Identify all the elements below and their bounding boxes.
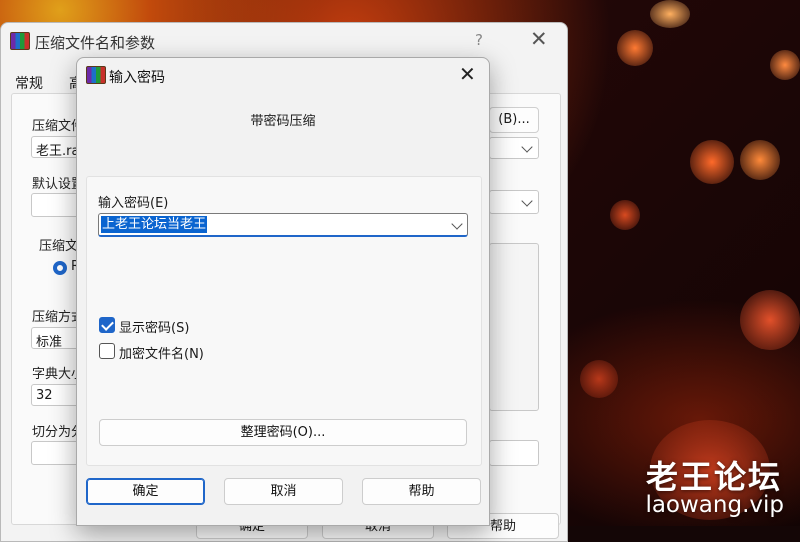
bokeh-light: [610, 200, 640, 230]
password-input[interactable]: 上老王论坛当老王: [98, 213, 468, 237]
encrypt-filenames-checkbox[interactable]: [99, 343, 115, 359]
bokeh-light: [580, 360, 618, 398]
organize-passwords-button[interactable]: 整理密码(O)...: [99, 419, 467, 446]
format-radio[interactable]: [53, 261, 67, 275]
encrypt-filenames-label[interactable]: 加密文件名(N): [119, 343, 204, 362]
close-icon[interactable]: ✕: [530, 27, 548, 51]
password-dialog: 输入密码 ✕ 带密码压缩 输入密码(E) 上老王论坛当老王 显示密码(S) 加密…: [76, 57, 490, 526]
show-password-label[interactable]: 显示密码(S): [119, 317, 189, 336]
winrar-app-icon: [86, 66, 106, 84]
bokeh-light: [617, 30, 653, 66]
method-select[interactable]: 标准: [31, 327, 81, 350]
show-password-checkbox[interactable]: [99, 317, 115, 333]
chevron-down-icon[interactable]: [451, 218, 463, 230]
bokeh-light: [690, 140, 734, 184]
password-label: 输入密码(E): [98, 196, 169, 211]
profile-dropdown[interactable]: [489, 190, 539, 214]
password-value: 上老王论坛当老王: [101, 216, 208, 233]
watermark-url: laowang.vip: [645, 492, 784, 518]
split-volumes-input[interactable]: [31, 441, 81, 465]
bokeh-light: [650, 0, 690, 28]
profile-select[interactable]: [31, 193, 81, 217]
dialog-subtitle: 带密码压缩: [250, 114, 316, 129]
dictionary-select[interactable]: 32: [31, 384, 81, 406]
set-password-button[interactable]: [489, 440, 539, 466]
archive-dialog-title: 压缩文件名和参数: [35, 34, 156, 52]
help-button[interactable]: 帮助: [362, 478, 481, 505]
close-icon[interactable]: ✕: [459, 62, 476, 86]
update-mode-select[interactable]: [489, 137, 539, 159]
cancel-button[interactable]: 取消: [224, 478, 343, 505]
browse-button[interactable]: (B)...: [489, 107, 539, 133]
bokeh-light: [770, 50, 800, 80]
chevron-down-icon: [521, 141, 533, 153]
archive-options-box: [489, 243, 539, 411]
help-icon[interactable]: ?: [475, 31, 483, 49]
winrar-app-icon: [10, 32, 30, 50]
tab-general[interactable]: 常规: [15, 73, 43, 93]
bokeh-light: [740, 290, 800, 350]
ok-button[interactable]: 确定: [86, 478, 205, 505]
password-dialog-title: 输入密码: [109, 70, 165, 86]
bokeh-light: [740, 140, 780, 180]
chevron-down-icon: [521, 195, 533, 207]
archive-format-label: 压缩文: [39, 239, 79, 254]
